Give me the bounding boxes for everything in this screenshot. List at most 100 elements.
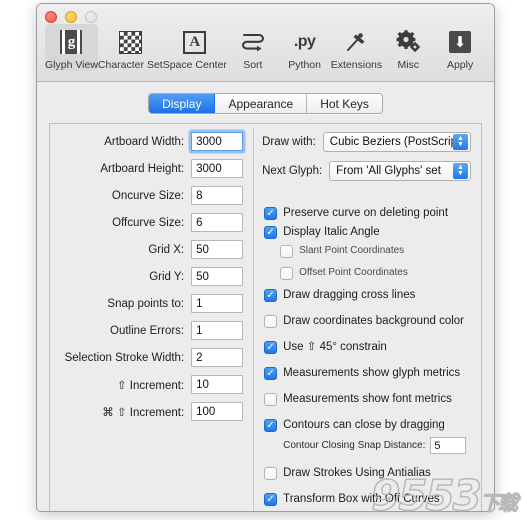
glyph-view-icon-letter: g (60, 30, 83, 54)
tab-bar-container: Display Appearance Hot Keys (37, 82, 494, 123)
field-row-shift-increment: ⇧ Increment: (50, 375, 253, 394)
outline-errors-input[interactable] (191, 321, 244, 340)
offcurve-size-input[interactable] (191, 213, 244, 232)
checkbox-icon[interactable]: ✓ (264, 367, 278, 380)
close-button[interactable] (45, 11, 57, 23)
field-label: Snap points to: (107, 297, 185, 310)
dropdown-row-next-glyph: Next Glyph: From 'All Glyphs' set ▲ ▼ (254, 161, 481, 181)
checkbox-icon[interactable]: ✓ (280, 267, 294, 280)
field-label: Grid X: (148, 243, 185, 256)
field-row-offcurve-size: Offcurve Size: (50, 213, 253, 232)
toolbar-item-extensions[interactable]: Extensions (331, 24, 383, 71)
checkbox-row-draw-dragging-cross-lines[interactable]: ✓ Draw dragging cross lines (254, 288, 481, 302)
dropdown-row-draw-with: Draw with: Cubic Beziers (PostScript) ▲ ▼ (254, 132, 481, 152)
field-row-snap-points-to: Snap points to: (50, 294, 253, 313)
glyph-view-icon: g (53, 26, 89, 58)
checkbox-row-offset-point-coordinates[interactable]: ✓ Offset Point Coordinates (254, 266, 481, 280)
checkbox-row-draw-coordinates-background-color[interactable]: ✓ Draw coordinates background color (254, 314, 481, 328)
toolbar-item-label: Character Set (97, 59, 163, 71)
toolbar-item-character-set[interactable]: Character Set (98, 24, 163, 71)
toolbar-item-label: Misc (397, 59, 420, 71)
checkbox-label: Draw Strokes Using Antialias (283, 467, 431, 479)
checkbox-icon[interactable]: ✓ (264, 289, 278, 302)
sort-icon (235, 26, 271, 58)
field-label: Selection Stroke Width: (64, 351, 185, 364)
python-icon: .py (293, 33, 316, 50)
window-titlebar: g Glyph View Character Set A Space Cente… (37, 4, 494, 82)
tab-hot-keys[interactable]: Hot Keys (307, 94, 382, 113)
display-settings-panel: Artboard Width: Artboard Height: Oncurve… (49, 123, 482, 511)
checkbox-label: Offset Point Coordinates (299, 267, 408, 278)
misc-gear-icon (390, 26, 426, 58)
checkbox-label: Slant Point Coordinates (299, 245, 405, 256)
artboard-width-input[interactable] (191, 132, 244, 151)
field-row-grid-x: Grid X: (50, 240, 253, 259)
checkbox-row-display-italic-angle[interactable]: ✓ Display Italic Angle (254, 225, 481, 239)
snap-points-to-input[interactable] (191, 294, 244, 313)
checkbox-row-slant-point-coordinates[interactable]: ✓ Slant Point Coordinates (254, 244, 481, 258)
toolbar-item-apply[interactable]: ⬇ Apply (434, 24, 486, 71)
grid-y-input[interactable] (191, 267, 244, 286)
field-row-oncurve-size: Oncurve Size: (50, 186, 253, 205)
checkbox-icon[interactable]: ✓ (264, 315, 278, 328)
checkbox-label: Preserve curve on deleting point (283, 207, 449, 219)
checkbox-label: Measurements show font metrics (283, 393, 452, 405)
checkbox-row-preserve-curve[interactable]: ✓ Preserve curve on deleting point (254, 206, 481, 220)
extensions-icon (338, 26, 374, 58)
command-shift-increment-input[interactable] (191, 402, 244, 421)
toolbar-item-label: Python (288, 59, 321, 71)
toolbar-item-python[interactable]: .py Python (279, 24, 331, 71)
checkbox-icon[interactable]: ✓ (264, 493, 278, 506)
checkbox-row-measurements-show-glyph-metrics[interactable]: ✓ Measurements show glyph metrics (254, 366, 481, 380)
tab-appearance[interactable]: Appearance (215, 94, 308, 113)
checkbox-icon[interactable]: ✓ (264, 207, 278, 220)
artboard-height-input[interactable] (191, 159, 244, 178)
toolbar-item-sort[interactable]: Sort (227, 24, 279, 71)
grid-x-input[interactable] (191, 240, 244, 259)
toolbar-item-glyph-view[interactable]: g Glyph View (45, 24, 98, 71)
field-label: Outline Errors: (110, 324, 185, 337)
space-center-icon: A (177, 26, 213, 58)
checkbox-row-draw-strokes-using-antialias[interactable]: ✓ Draw Strokes Using Antialias (254, 466, 481, 480)
checkbox-icon[interactable]: ✓ (264, 393, 278, 406)
toolbar-item-space-center[interactable]: A Space Center (163, 24, 227, 71)
checkbox-label: Draw dragging cross lines (283, 289, 416, 301)
tab-bar: Display Appearance Hot Keys (148, 93, 383, 114)
toolbar-item-misc[interactable]: Misc (382, 24, 434, 71)
field-label: Artboard Width: (104, 135, 185, 148)
checkbox-icon[interactable]: ✓ (264, 341, 278, 354)
next-glyph-value: From 'All Glyphs' set (336, 165, 441, 177)
contour-closing-snap-distance-input[interactable] (430, 437, 467, 454)
checkbox-row-contours-can-close-by-dragging[interactable]: ✓ Contours can close by dragging (254, 418, 481, 432)
chevron-up-down-icon: ▲ ▼ (453, 163, 468, 179)
checkbox-icon[interactable]: ✓ (264, 467, 278, 480)
field-label: ⇧ Increment: (116, 379, 185, 392)
checkbox-row-use-45-constrain[interactable]: ✓ Use ⇧ 45° constrain (254, 340, 481, 354)
field-row-outline-errors: Outline Errors: (50, 321, 253, 340)
oncurve-size-input[interactable] (191, 186, 244, 205)
draw-with-select[interactable]: Cubic Beziers (PostScript) ▲ ▼ (322, 132, 471, 152)
field-label: Grid Y: (149, 270, 185, 283)
tab-display[interactable]: Display (149, 94, 216, 113)
field-label: Oncurve Size: (111, 189, 185, 202)
options-spacer (254, 190, 481, 206)
options-column: Draw with: Cubic Beziers (PostScript) ▲ ▼… (254, 124, 481, 511)
checkbox-icon[interactable]: ✓ (264, 419, 278, 432)
checkbox-row-transform-box-with-off-curves[interactable]: ✓ Transform Box with Off Curves (254, 492, 481, 506)
checkbox-icon[interactable]: ✓ (280, 245, 294, 258)
field-row-grid-y: Grid Y: (50, 267, 253, 286)
draw-with-value: Cubic Beziers (PostScript) (329, 136, 464, 148)
checkbox-label: Draw coordinates background color (283, 315, 464, 327)
numeric-fields-column: Artboard Width: Artboard Height: Oncurve… (50, 124, 253, 511)
toolbar-item-label: Extensions (330, 59, 383, 71)
chevron-up-down-icon: ▲ ▼ (453, 134, 468, 150)
checkbox-icon[interactable]: ✓ (264, 226, 278, 239)
shift-increment-input[interactable] (191, 375, 244, 394)
toolbar-item-label: Sort (243, 59, 263, 71)
minimize-button[interactable] (65, 11, 77, 23)
selection-stroke-width-input[interactable] (191, 348, 244, 367)
next-glyph-select[interactable]: From 'All Glyphs' set ▲ ▼ (329, 161, 471, 181)
toolbar-item-label: Apply (446, 59, 474, 71)
checkbox-row-measurements-show-font-metrics[interactable]: ✓ Measurements show font metrics (254, 392, 481, 406)
space-center-icon-letter: A (183, 30, 207, 54)
